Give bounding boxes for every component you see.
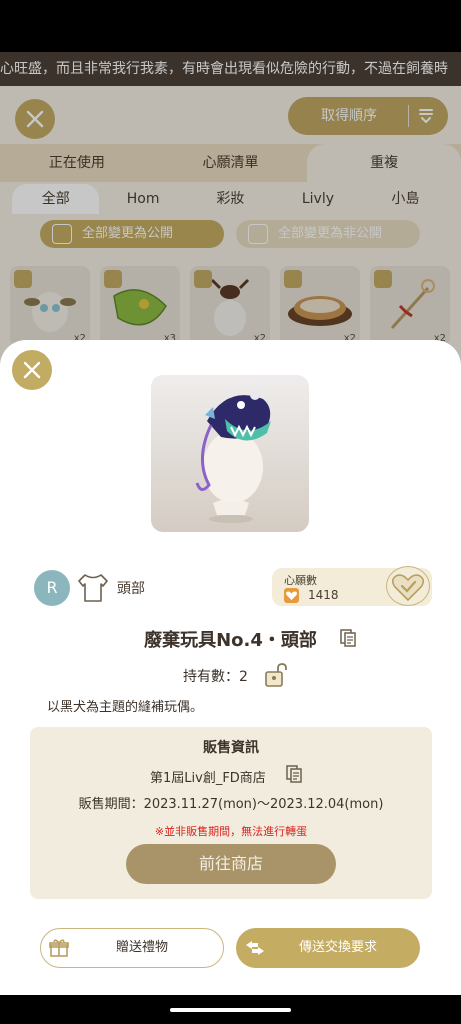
wishlist-title: 心願數 xyxy=(284,574,317,587)
sale-info-title: 販售資訊 xyxy=(203,740,259,756)
copy-icon[interactable] xyxy=(286,765,302,783)
send-gift-label: 贈送禮物 xyxy=(115,940,168,955)
sale-info-panel: 販售資訊 第1屆Liv創_FD商店 販售期間：2023.11.27(mon)〜2… xyxy=(30,727,432,899)
item-preview-image xyxy=(151,375,309,532)
heart-check-icon xyxy=(391,574,425,602)
close-button[interactable] xyxy=(12,350,52,390)
rarity-badge: R xyxy=(34,570,70,606)
modal-overlay[interactable] xyxy=(0,52,461,382)
shop-name: 第1屆Liv創_FD商店 xyxy=(150,771,266,786)
close-icon xyxy=(23,361,41,379)
heart-badge-icon xyxy=(284,588,299,603)
unlock-icon[interactable] xyxy=(263,662,289,688)
home-indicator[interactable] xyxy=(170,1008,291,1012)
send-trade-request-button[interactable]: 傳送交換要求 xyxy=(236,928,420,968)
go-to-shop-button[interactable]: 前往商店 xyxy=(126,844,336,884)
item-description: 以黑犬為主題的縫補玩偶。 xyxy=(47,700,204,715)
item-detail-sheet: R 頭部 心願數 1418 廢棄玩具No.4・頭部 持有數：2 以黑犬為主題的縫… xyxy=(0,340,461,995)
send-trade-request-label: 傳送交換要求 xyxy=(298,940,377,955)
send-gift-button[interactable]: 贈送禮物 xyxy=(40,928,224,968)
wishlist-count: 1418 xyxy=(308,588,339,602)
sale-period: 販售期間：2023.11.27(mon)〜2023.12.04(mon) xyxy=(78,797,384,812)
owned-count: 持有數：2 xyxy=(183,669,248,685)
sale-warning: ※並非販售期間，無法進行轉蛋 xyxy=(154,825,308,838)
item-name: 廢棄玩具No.4・頭部 xyxy=(144,630,317,651)
copy-icon[interactable] xyxy=(340,629,356,647)
wishlist-heart-button[interactable] xyxy=(386,566,430,606)
shirt-icon xyxy=(78,574,108,602)
slot-label: 頭部 xyxy=(117,581,145,597)
